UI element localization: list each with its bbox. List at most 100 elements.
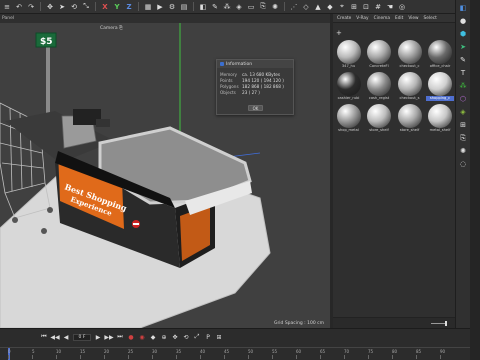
timeline-tick [200,355,201,359]
timeline-tick-label: 60 [296,349,302,354]
record-icon[interactable]: ● [127,333,135,341]
deformer-icon[interactable]: ◈ [234,2,244,12]
go-to-start-icon[interactable]: ⏮ [40,333,48,341]
workplane-icon[interactable]: ⊞ [349,2,359,12]
polygons-mode-icon[interactable]: ▲ [313,2,323,12]
main-toolbar: ≡ ↶ ↷ ✥ ➤ ⟲ ⤡ X Y Z ▦ ▶ ⚙ ▤ ◧ ✎ ⁂ ◈ ▭ ⎘ … [0,0,455,14]
play-icon[interactable]: ▶ [94,333,102,341]
menu-select[interactable]: Select [424,16,437,21]
material-swatch[interactable]: checkout_c [395,39,424,70]
scale-icon[interactable]: ⤡ [81,2,91,12]
edges-mode-icon[interactable]: ◇ [301,2,311,12]
grid-icon[interactable]: # [373,2,383,12]
add-material-button[interactable]: + [336,29,344,37]
material-swatch[interactable]: 347_hu [334,39,363,70]
arrow-icon[interactable]: ➤ [458,42,468,52]
cube-plus-icon[interactable]: ⬢ [458,29,468,39]
lock-icon[interactable]: ⊡ [361,2,371,12]
light-icon[interactable]: ✺ [270,2,280,12]
material-menu-bar: Create V-Ray Cinema Edit View Select [333,14,455,23]
menu-icon[interactable]: ≡ [2,2,12,12]
axis-z-toggle[interactable]: Z [124,2,134,12]
anim-icon[interactable]: ◎ [397,2,407,12]
menu-create[interactable]: Create [337,16,351,21]
timeline-tick [80,355,81,359]
grid-key-icon[interactable]: ⊞ [215,333,223,341]
render-settings-icon[interactable]: ⚙ [167,2,177,12]
timeline-tick-label: 50 [248,349,254,354]
floor-icon[interactable]: ▭ [246,2,256,12]
cloner-icon[interactable]: ⁂ [222,2,232,12]
timeline: ⏮ ◀◀ ◀ 0 F ▶ ▶▶ ⏭ ● ◉ ◆ ⊕ ✥ ⟲ ⤢ P ⊞ 0 5 10… [0,328,470,360]
menu-edit[interactable]: Edit [395,16,403,21]
timeline-ruler[interactable]: 0 5 10 15 20 25 30 35 40 45 50 55 60 65 70 75 80 85 90 [0,347,470,360]
axis-y-toggle[interactable]: Y [112,2,122,12]
material-swatch[interactable]: ConcreteFl [365,39,394,70]
render-view-icon[interactable]: ▶ [155,2,165,12]
material-label: store_shelf [399,128,420,132]
rotate-icon[interactable]: ⟲ [69,2,79,12]
camera-label[interactable]: Camera ⎘ [100,25,123,31]
pen-icon[interactable]: ✎ [210,2,220,12]
select-icon[interactable]: ➤ [57,2,67,12]
material-swatch[interactable]: shop_metal [334,103,363,134]
clapper-icon[interactable]: ▤ [179,2,189,12]
tag-icon[interactable]: ⬡ [458,94,468,104]
sphere-icon[interactable]: ● [458,16,468,26]
timeline-tick [392,355,393,359]
menu-view[interactable]: View [408,16,418,21]
viewport-menu-panel[interactable]: Panel [2,16,14,21]
axis-x-toggle[interactable]: X [100,2,110,12]
timeline-tick-label: 80 [392,349,398,354]
menu-vray[interactable]: V-Ray [356,16,368,21]
material-swatch[interactable]: cash_regist [365,71,394,102]
model-mode-icon[interactable]: ◆ [325,2,335,12]
go-to-end-icon[interactable]: ⏭ [116,333,124,341]
material-swatch[interactable]: store_shelf [365,103,394,134]
material-preview-sphere [336,40,361,64]
points-mode-icon[interactable]: ⋰ [289,2,299,12]
material-label: store_shelf [369,128,389,132]
keyframe-icon[interactable]: ◆ [149,333,157,341]
render-region-icon[interactable]: ▦ [143,2,153,12]
spline-icon[interactable]: ✎ [458,55,468,65]
scale-key-icon[interactable]: ⤢ [193,333,201,341]
redo-icon[interactable]: ↷ [26,2,36,12]
cube-icon[interactable]: ◧ [458,3,468,13]
current-frame-field[interactable]: 0 F [73,333,91,341]
param-key-icon[interactable]: P [204,333,212,341]
scene-icon[interactable]: ⊞ [458,120,468,130]
prev-frame-icon[interactable]: ◀ [62,333,70,341]
move-icon[interactable]: ✥ [45,2,55,12]
position-key-icon[interactable]: ✥ [171,333,179,341]
material-swatch[interactable]: store_shelf [395,103,424,134]
hand-icon[interactable]: ☚ [385,2,395,12]
next-frame-icon[interactable]: ▶▶ [104,333,113,341]
motion-icon[interactable]: ⊕ [160,333,168,341]
material-swatch[interactable]: office_chair [426,39,455,70]
material-swatch[interactable]: metal_shelf [426,103,455,134]
rotation-key-icon[interactable]: ⟲ [182,333,190,341]
snap-icon[interactable]: ⌖ [337,2,347,12]
info-row-objects: Objects 23 ( 27 ) [220,89,260,95]
timeline-tick-label: 65 [320,349,326,354]
undo-icon[interactable]: ↶ [14,2,24,12]
camera-icon[interactable]: ⎘ [258,2,268,12]
text-icon[interactable]: T [458,68,468,78]
deformer-icon[interactable]: ◈ [458,107,468,117]
menu-cinema[interactable]: Cinema [374,16,390,21]
timeline-tick [272,355,273,359]
cube-icon[interactable]: ◧ [198,2,208,12]
environment-icon[interactable]: ◌ [458,159,468,169]
cloner-icon[interactable]: ⁂ [458,81,468,91]
camera-icon[interactable]: ⎘ [458,133,468,143]
material-swatch[interactable]: shopping_c [426,71,455,102]
material-swatch[interactable]: checkout_s [395,71,424,102]
timeline-tick-label: 25 [128,349,134,354]
light-icon[interactable]: ✺ [458,146,468,156]
autokey-icon[interactable]: ◉ [138,333,146,341]
material-swatch[interactable]: cashier_rubi [334,71,363,102]
thumbnail-size-slider[interactable] [431,321,447,326]
ok-button[interactable]: OK [248,105,263,111]
prev-key-icon[interactable]: ◀◀ [50,333,59,341]
